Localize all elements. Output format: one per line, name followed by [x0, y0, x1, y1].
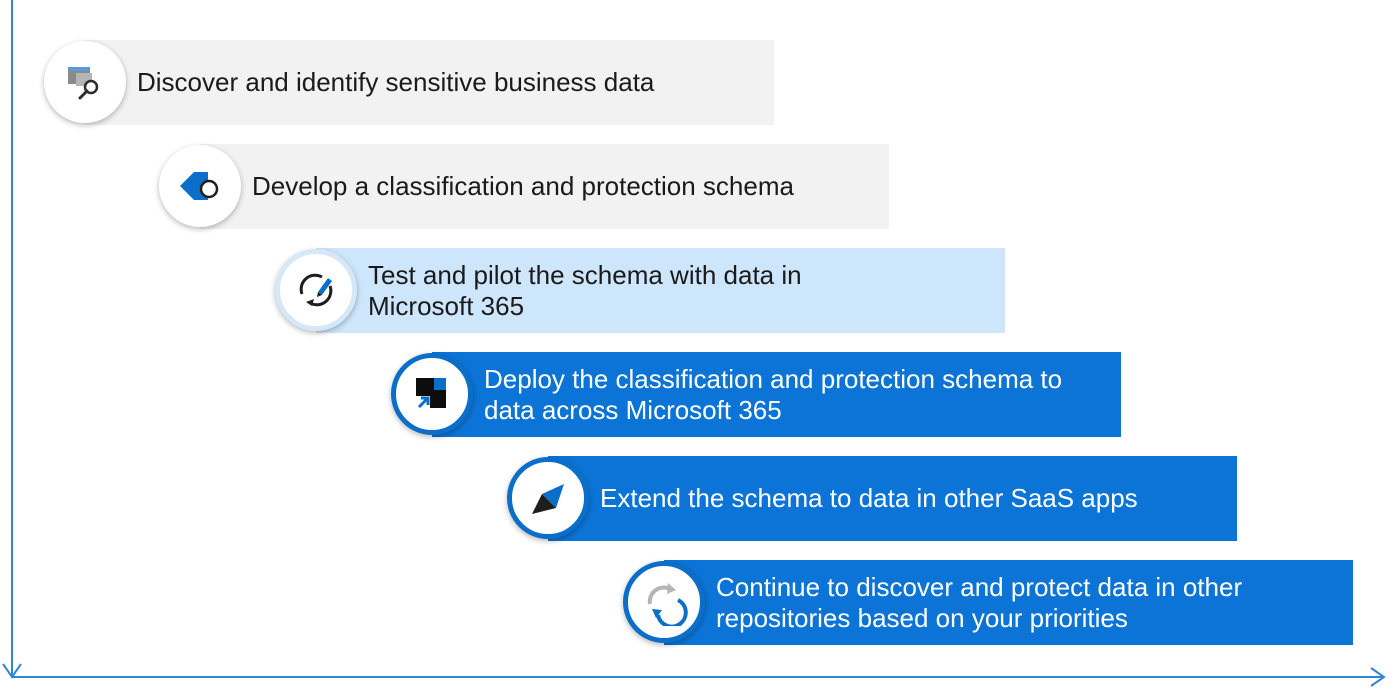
- step-extend-saas: Extend the schema to data in other SaaS …: [548, 456, 1237, 541]
- extend-apps-icon: [507, 457, 589, 539]
- step-label: Test and pilot the schema with data in M…: [368, 259, 802, 321]
- step-discover: Discover and identify sensitive business…: [85, 40, 774, 125]
- step-label: Continue to discover and protect data in…: [716, 571, 1243, 633]
- step-develop-schema: Develop a classification and protection …: [200, 144, 889, 229]
- step-continue-discover: Continue to discover and protect data in…: [664, 560, 1353, 645]
- step-label: Extend the schema to data in other SaaS …: [600, 483, 1138, 513]
- refresh-cycle-icon: [623, 561, 705, 643]
- step-test-pilot: Test and pilot the schema with data in M…: [316, 248, 1005, 333]
- step-label: Develop a classification and protection …: [252, 171, 794, 201]
- test-pilot-icon: [275, 249, 357, 331]
- label-tag-icon: [159, 145, 241, 227]
- step-deploy: Deploy the classification and protection…: [432, 352, 1121, 437]
- step-label: Deploy the classification and protection…: [484, 363, 1063, 425]
- deploy-icon: [391, 353, 473, 435]
- discover-search-icon: [44, 41, 126, 123]
- step-label: Discover and identify sensitive business…: [137, 67, 655, 97]
